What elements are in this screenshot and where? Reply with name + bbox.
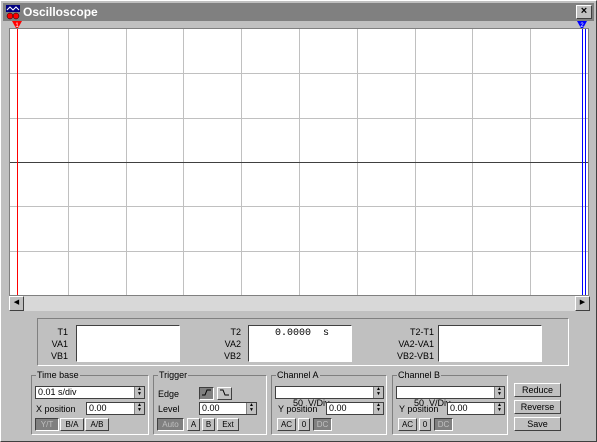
timebase-label: Time base [36, 370, 80, 380]
trigger-auto-button[interactable]: Auto [157, 418, 184, 431]
rising-edge-button[interactable] [199, 387, 214, 400]
falling-edge-icon [220, 389, 229, 396]
arrow-left-icon: ◀ [13, 299, 20, 306]
save-button[interactable]: Save [514, 417, 561, 431]
channel-b-label: Channel B [397, 370, 442, 380]
channel-a-ypos-label: Y position [278, 404, 318, 414]
vb1-label: VB1 [50, 351, 68, 361]
oscilloscope-app-icon [6, 5, 20, 20]
vb2-label: VB2 [223, 351, 241, 361]
timebase-spin[interactable]: ▲ ▼ [134, 387, 144, 398]
reduce-button[interactable]: Reduce [514, 383, 561, 397]
channel-b-ypos-value: 0.00 [450, 403, 468, 413]
channel-b-zero-button[interactable]: 0 [419, 418, 431, 431]
vb2-vb1-label: VB2-VB1 [396, 351, 434, 361]
scroll-left-button[interactable]: ◀ [9, 296, 24, 311]
channel-b-ypos-label: Y position [399, 404, 439, 414]
level-value: 0.00 [202, 403, 220, 413]
x-position-input[interactable]: 0.00 ▲ ▼ [86, 402, 145, 415]
oscilloscope-screen[interactable] [9, 28, 589, 296]
level-spin[interactable]: ▲ ▼ [246, 403, 256, 414]
trigger-ext-button[interactable]: Ext [217, 418, 239, 431]
mode-ba-button[interactable]: B/A [60, 418, 84, 431]
t2-t1-label: T2-T1 [409, 327, 434, 337]
t2-readout-box: 0.0000 s [248, 325, 352, 362]
channel-a-ypos-input[interactable]: 0.00 ▲ ▼ [326, 402, 384, 415]
channel-a-zero-button[interactable]: 0 [298, 418, 310, 431]
trigger-a-button[interactable]: A [187, 418, 200, 431]
window-title: Oscilloscope [23, 5, 98, 19]
x-position-value: 0.00 [89, 403, 107, 413]
channel-b-group: Channel B 50 V/Div ▲ ▼ Y position 0.00 ▲ ▼… [392, 370, 508, 435]
t1-readout-box [76, 325, 180, 362]
channel-b-dc-button[interactable]: DC [434, 418, 453, 431]
t2-label: T2 [230, 327, 241, 337]
trigger-label: Trigger [158, 370, 189, 380]
close-icon: × [580, 5, 588, 17]
spin-down-icon: ▼ [137, 391, 142, 397]
channel-a-ac-button[interactable]: AC [277, 418, 296, 431]
mode-yt-button[interactable]: Y/T [35, 418, 59, 431]
spin-down-icon: ▼ [249, 407, 254, 413]
channel-a-group: Channel A 50 V/Div ▲ ▼ Y position 0.00 ▲ ▼… [271, 370, 387, 435]
spin-down-icon: ▼ [137, 407, 142, 413]
diff-readout-box [438, 325, 542, 362]
channel-a-label: Channel A [276, 370, 320, 380]
channel-a-ypos-value: 0.00 [329, 403, 347, 413]
scroll-track[interactable] [24, 296, 575, 311]
va2-va1-label: VA2-VA1 [398, 339, 434, 349]
timebase-select[interactable]: 0.01 s/div ▲ ▼ [35, 386, 145, 399]
channel-a-scale-spin[interactable]: ▲ ▼ [373, 387, 383, 398]
spin-down-icon: ▼ [376, 391, 381, 397]
trigger-group: Trigger Edge Level 0.00 ▲ ▼ Auto A B Ext [153, 370, 267, 435]
title-bar[interactable]: Oscilloscope × [3, 3, 594, 21]
level-input[interactable]: 0.00 ▲ ▼ [199, 402, 257, 415]
oscilloscope-window: Oscilloscope × 1 2 ◀ ▶ T1 VA1 VB1 T2 VA2… [0, 0, 597, 442]
x-position-label: X position [36, 404, 76, 414]
channel-a-scale-select[interactable]: 50 V/Div ▲ ▼ [275, 386, 384, 408]
reverse-button[interactable]: Reverse [514, 400, 561, 414]
channel-b-scale-select[interactable]: 50 V/Div ▲ ▼ [396, 386, 505, 408]
falling-edge-button[interactable] [217, 387, 232, 400]
channel-a-dc-button[interactable]: DC [313, 418, 332, 431]
channel-b-ypos-spin[interactable]: ▲ ▼ [494, 403, 504, 414]
x-position-spin[interactable]: ▲ ▼ [134, 403, 144, 414]
va2-label: VA2 [224, 339, 241, 349]
scroll-right-button[interactable]: ▶ [575, 296, 590, 311]
timebase-group: Time base 0.01 s/div ▲ ▼ X position 0.00 … [31, 370, 149, 435]
screen-grid [10, 29, 588, 295]
mode-ab-button[interactable]: A/B [85, 418, 109, 431]
arrow-right-icon: ▶ [579, 299, 586, 306]
spin-down-icon: ▼ [497, 391, 502, 397]
va1-label: VA1 [51, 339, 68, 349]
level-label: Level [158, 404, 180, 414]
channel-b-scale-spin[interactable]: ▲ ▼ [494, 387, 504, 398]
channel-b-ypos-input[interactable]: 0.00 ▲ ▼ [447, 402, 505, 415]
timebase-value: 0.01 s/div [38, 387, 77, 397]
spin-down-icon: ▼ [376, 407, 381, 413]
close-button[interactable]: × [576, 5, 592, 19]
channel-a-ypos-spin[interactable]: ▲ ▼ [373, 403, 383, 414]
readout-panel: T1 VA1 VB1 T2 VA2 VB2 0.0000 s T2-T1 VA2… [37, 318, 569, 366]
trigger-b-button[interactable]: B [202, 418, 215, 431]
horizontal-scrollbar[interactable]: ◀ ▶ [9, 296, 590, 311]
channel-b-ac-button[interactable]: AC [398, 418, 417, 431]
t1-label: T1 [57, 327, 68, 337]
spin-down-icon: ▼ [497, 407, 502, 413]
edge-label: Edge [158, 389, 180, 399]
rising-edge-icon [202, 389, 211, 396]
